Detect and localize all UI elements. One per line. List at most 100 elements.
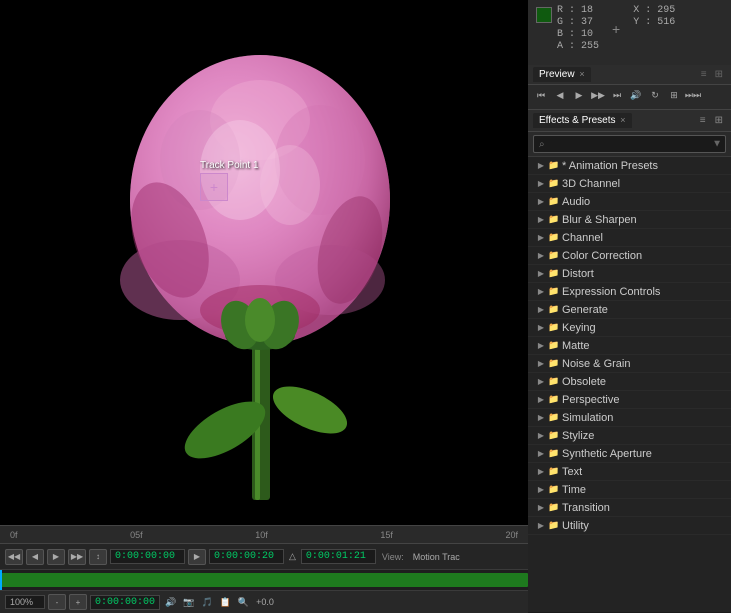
zoom-in-btn[interactable]: + (69, 594, 87, 610)
color-b: B : 10 (557, 29, 599, 40)
arrow-expression-controls: ▶ (536, 287, 546, 297)
prev-loop-btn[interactable]: ↻ (647, 88, 663, 102)
effect-item-animation-presets[interactable]: ▶ 📁 * Animation Presets (528, 157, 731, 175)
timeline-marks: 0f 05f 10f 15f 20f (10, 530, 518, 540)
preview-panel: Preview × ≡ ⊞ ⏮ ◀ ▶ ▶▶ ⏭ 🔊 ↻ ⊞ ⏭⏭ (528, 65, 731, 110)
preview-tab-label: Preview (539, 69, 575, 80)
preview-tab-bar: Preview × ≡ ⊞ (528, 65, 731, 85)
preview-tab-close[interactable]: × (579, 69, 584, 79)
icon-btn-2[interactable]: 📷 (181, 597, 196, 608)
effects-list[interactable]: ▶ 📁 * Animation Presets ▶ 📁 3D Channel ▶… (528, 157, 731, 612)
effects-tab-close[interactable]: × (620, 115, 625, 125)
icon-btn-1[interactable]: 🔊 (163, 597, 178, 608)
view-label: View: (379, 552, 407, 562)
folder-icon-text: 📁 (549, 467, 559, 477)
track-point-marker[interactable]: Track Point 1 + (200, 160, 259, 201)
effects-presets-tab[interactable]: Effects & Presets × (533, 113, 632, 128)
effect-item-stylize[interactable]: ▶ 📁 Stylize (528, 427, 731, 445)
effects-tab-bar: Effects & Presets × ≡ ⊞ (528, 110, 731, 132)
effect-item-transition[interactable]: ▶ 📁 Transition (528, 499, 731, 517)
search-wrapper: ▼ (533, 135, 726, 153)
folder-icon-channel: 📁 (549, 233, 559, 243)
effect-item-keying[interactable]: ▶ 📁 Keying (528, 319, 731, 337)
folder-icon-keying: 📁 (549, 323, 559, 333)
effects-tab-label: Effects & Presets (539, 115, 616, 126)
arrow-time: ▶ (536, 485, 546, 495)
folder-icon-audio: 📁 (549, 197, 559, 207)
prev-extra-btn[interactable]: ⏭⏭ (685, 88, 701, 102)
effect-item-distort[interactable]: ▶ 📁 Distort (528, 265, 731, 283)
timeline-track[interactable] (0, 570, 528, 590)
prev-audio-btn[interactable]: 🔊 (628, 88, 644, 102)
effect-item-generate[interactable]: ▶ 📁 Generate (528, 301, 731, 319)
folder-icon-stylize: 📁 (549, 431, 559, 441)
tool-arrow-btn[interactable]: ↕ (89, 549, 107, 565)
effect-item-utility[interactable]: ▶ 📁 Utility (528, 517, 731, 535)
effects-pin-icon[interactable]: ⊞ (712, 115, 726, 126)
flower-svg (0, 0, 528, 525)
effect-item-perspective[interactable]: ▶ 📁 Perspective (528, 391, 731, 409)
arrow-noise-grain: ▶ (536, 359, 546, 369)
effects-search-input[interactable] (533, 135, 726, 153)
effect-label-transition: Transition (562, 502, 610, 514)
effect-label-noise-grain: Noise & Grain (562, 358, 630, 370)
effects-menu-icon[interactable]: ≡ (697, 115, 709, 126)
arrow-generate: ▶ (536, 305, 546, 315)
prev-forward-btn[interactable]: ▶▶ (590, 88, 606, 102)
bottom-time-display[interactable]: 0:00:00:00 (90, 595, 160, 610)
effect-item-3d-channel[interactable]: ▶ 📁 3D Channel (528, 175, 731, 193)
icon-btn-5[interactable]: 🔍 (236, 597, 251, 608)
color-r: R : 18 (557, 5, 599, 16)
transport-next-btn[interactable]: ▶▶ (68, 549, 86, 565)
transport-start-btn[interactable]: ◀◀ (5, 549, 23, 565)
effect-label-keying: Keying (562, 322, 596, 334)
preview-tab[interactable]: Preview × (533, 67, 591, 82)
effect-item-blur-sharpen[interactable]: ▶ 📁 Blur & Sharpen (528, 211, 731, 229)
transport-prev-btn[interactable]: ◀ (26, 549, 44, 565)
timeline-bar (0, 573, 528, 587)
arrow-channel: ▶ (536, 233, 546, 243)
folder-icon-blur-sharpen: 📁 (549, 215, 559, 225)
panel-pin-btn[interactable]: ⊞ (712, 69, 726, 80)
zoom-out-btn[interactable]: - (48, 594, 66, 610)
end-time-display[interactable]: 0:00:00:20 (209, 549, 284, 564)
transport-play-btn[interactable]: ▶ (47, 549, 65, 565)
prev-play-btn[interactable]: ▶ (571, 88, 587, 102)
color-swatch (536, 7, 552, 23)
prev-render-btn[interactable]: ⊞ (666, 88, 682, 102)
effect-label-3d-channel: 3D Channel (562, 178, 620, 190)
prev-to-end-btn[interactable]: ⏭ (609, 88, 625, 102)
arrow-stylize: ▶ (536, 431, 546, 441)
folder-icon-utility: 📁 (549, 521, 559, 531)
effect-item-simulation[interactable]: ▶ 📁 Simulation (528, 409, 731, 427)
effect-item-color-correction[interactable]: ▶ 📁 Color Correction (528, 247, 731, 265)
effect-item-synthetic-aperture[interactable]: ▶ 📁 Synthetic Aperture (528, 445, 731, 463)
effect-item-text[interactable]: ▶ 📁 Text (528, 463, 731, 481)
icon-btn-4[interactable]: 📋 (218, 597, 233, 608)
effect-item-obsolete[interactable]: ▶ 📁 Obsolete (528, 373, 731, 391)
track-point-box[interactable]: + (200, 173, 228, 201)
zoom-level[interactable]: 100% (5, 595, 45, 609)
effect-item-audio[interactable]: ▶ 📁 Audio (528, 193, 731, 211)
current-time-display[interactable]: 0:00:00:00 (110, 549, 185, 564)
effect-item-time[interactable]: ▶ 📁 Time (528, 481, 731, 499)
time-nav-btn[interactable]: ▶ (188, 549, 206, 565)
effect-item-matte[interactable]: ▶ 📁 Matte (528, 337, 731, 355)
delta-symbol: △ (287, 551, 298, 562)
effect-label-channel: Channel (562, 232, 603, 244)
folder-icon-time: 📁 (549, 485, 559, 495)
prev-to-start-btn[interactable]: ⏮ (533, 88, 549, 102)
panel-menu-btn[interactable]: ≡ (701, 69, 707, 80)
plus-divider: + (607, 21, 625, 37)
effect-item-noise-grain[interactable]: ▶ 📁 Noise & Grain (528, 355, 731, 373)
effect-item-expression-controls[interactable]: ▶ 📁 Expression Controls (528, 283, 731, 301)
effects-panel: Effects & Presets × ≡ ⊞ ▼ ▶ 📁 * Animatio… (528, 110, 731, 612)
effect-item-channel[interactable]: ▶ 📁 Channel (528, 229, 731, 247)
effect-label-time: Time (562, 484, 586, 496)
delta-label: +0.0 (254, 597, 276, 607)
arrow-blur-sharpen: ▶ (536, 215, 546, 225)
arrow-distort: ▶ (536, 269, 546, 279)
timeline-bottom: 100% - + 0:00:00:00 🔊 📷 🎵 📋 🔍 +0.0 (0, 590, 528, 613)
prev-back-btn[interactable]: ◀ (552, 88, 568, 102)
icon-btn-3[interactable]: 🎵 (199, 597, 214, 608)
